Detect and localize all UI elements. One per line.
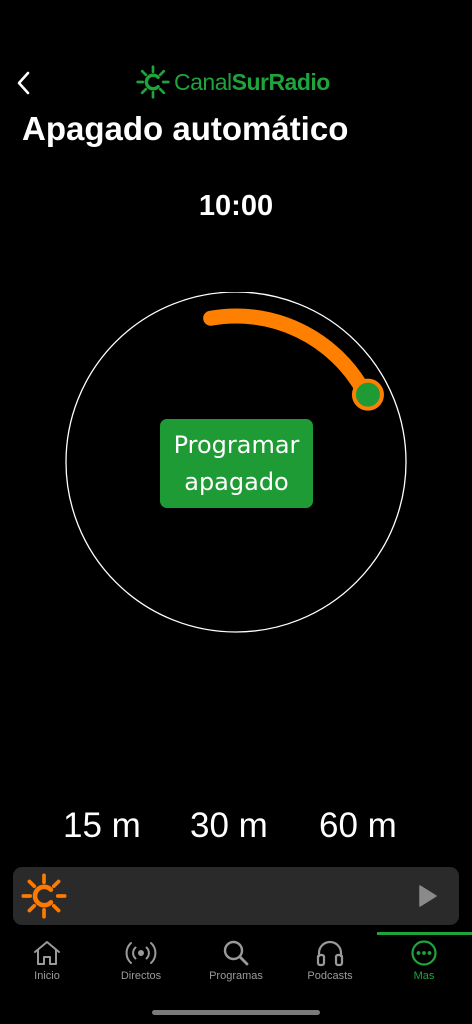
tab-label: Inicio	[34, 970, 60, 982]
preset-30-minutes[interactable]: 30 m	[190, 806, 268, 846]
tab-mas[interactable]: Mas	[377, 936, 471, 996]
play-icon[interactable]	[415, 884, 439, 908]
sun-c-icon	[21, 873, 67, 919]
tab-label: Mas	[413, 970, 435, 982]
back-button[interactable]	[8, 66, 40, 100]
mini-player[interactable]	[13, 867, 459, 925]
program-button-line1: Programar	[173, 430, 300, 459]
tab-programas[interactable]: Programas	[189, 936, 283, 996]
active-tab-indicator	[377, 932, 472, 935]
broadcast-icon	[125, 942, 157, 964]
page-title: Apagado automático	[22, 110, 349, 147]
timer-value: 10:00	[198, 190, 274, 222]
home-indicator	[152, 1010, 320, 1015]
sun-c-icon	[136, 65, 170, 99]
tab-label: Podcasts	[307, 970, 353, 982]
schedule-shutdown-button[interactable]: Programar apagado	[160, 419, 313, 508]
tab-podcasts[interactable]: Podcasts	[283, 936, 377, 996]
more-icon	[411, 940, 437, 966]
timer-dial-handle[interactable]	[351, 378, 384, 411]
home-icon	[34, 941, 60, 965]
tab-label: Directos	[120, 970, 162, 982]
chevron-left-icon	[17, 71, 30, 95]
app-logo: CanalSurRadio	[136, 64, 330, 100]
preset-60-minutes[interactable]: 60 m	[319, 806, 397, 846]
program-button-line2: apagado	[184, 467, 289, 496]
search-icon	[223, 940, 249, 966]
timer-progress-arc	[203, 308, 372, 400]
tab-inicio[interactable]: Inicio	[0, 936, 94, 996]
tab-label: Programas	[209, 970, 263, 982]
tab-directos[interactable]: Directos	[94, 936, 188, 996]
headphones-icon	[316, 940, 344, 967]
preset-15-minutes[interactable]: 15 m	[63, 806, 141, 846]
logo-text: CanalSurRadio	[174, 68, 330, 95]
